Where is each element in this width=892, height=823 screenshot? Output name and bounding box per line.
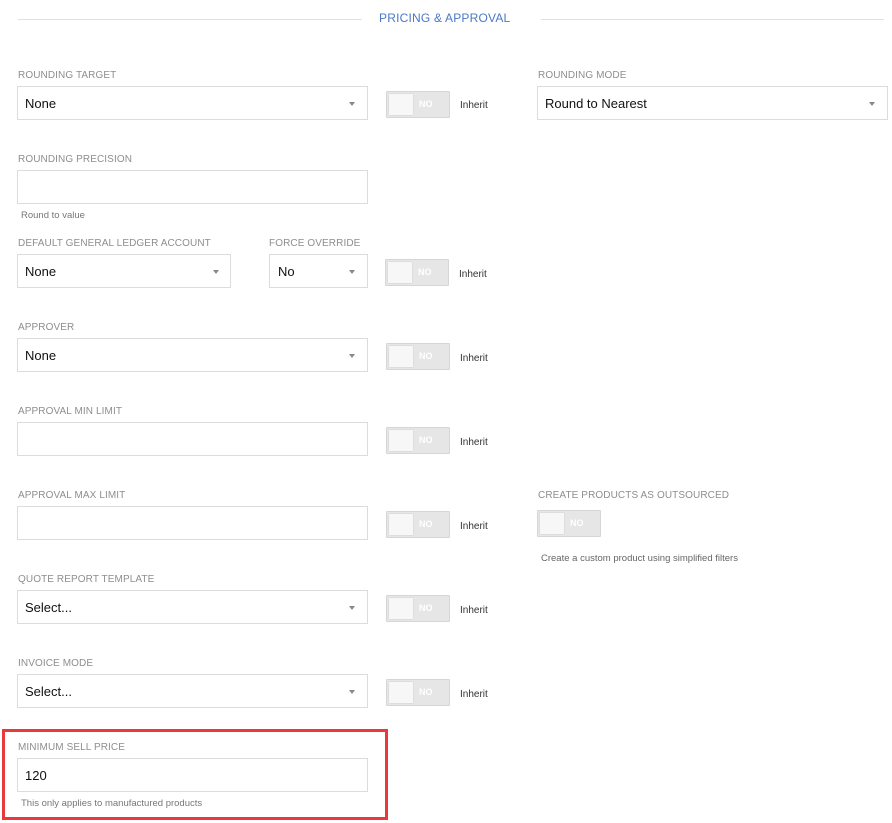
rounding-mode-select[interactable]: Round to Nearest (537, 86, 888, 120)
rounding-precision-label: ROUNDING PRECISION (18, 154, 133, 165)
rounding-mode-value: Round to Nearest (545, 96, 647, 111)
chevron-down-icon (349, 354, 355, 358)
rounding-precision-hint: Round to value (21, 210, 85, 221)
invoice-mode-value: Select... (25, 684, 72, 699)
approver-select[interactable]: None (17, 338, 368, 372)
approval-max-label: APPROVAL MAX LIMIT (18, 490, 126, 501)
rounding-precision-input[interactable] (17, 170, 368, 204)
force-override-value: No (278, 264, 295, 279)
toggle-state-label: NO (419, 435, 433, 445)
section-divider-left (18, 19, 362, 20)
invoice-mode-toggle[interactable]: NO (386, 679, 450, 706)
rounding-target-inherit-label: Inherit (460, 100, 488, 111)
force-override-toggle[interactable]: NO (385, 259, 449, 286)
gl-account-value: None (25, 264, 57, 279)
toggle-knob (389, 598, 413, 619)
chevron-down-icon (869, 102, 875, 106)
toggle-knob (389, 94, 413, 115)
toggle-state-label: NO (419, 519, 433, 529)
toggle-state-label: NO (419, 99, 433, 109)
toggle-state-label: NO (419, 687, 433, 697)
approver-label: APPROVER (18, 322, 75, 333)
toggle-state-label: NO (570, 518, 584, 528)
force-override-select[interactable]: No (269, 254, 368, 288)
section-divider-right (541, 19, 884, 20)
approval-min-label: APPROVAL MIN LIMIT (18, 406, 123, 417)
toggle-knob (389, 346, 413, 367)
quote-template-value: Select... (25, 600, 72, 615)
rounding-target-toggle[interactable]: NO (386, 91, 450, 118)
approver-toggle[interactable]: NO (386, 343, 450, 370)
outsourced-hint: Create a custom product using simplified… (541, 553, 738, 564)
chevron-down-icon (349, 690, 355, 694)
invoice-mode-inherit-label: Inherit (460, 689, 488, 700)
chevron-down-icon (213, 270, 219, 274)
invoice-mode-select[interactable]: Select... (17, 674, 368, 708)
quote-template-inherit-label: Inherit (460, 605, 488, 616)
rounding-target-select[interactable]: None (17, 86, 368, 120)
invoice-mode-label: INVOICE MODE (18, 658, 94, 669)
approver-value: None (25, 348, 57, 363)
toggle-knob (388, 262, 412, 283)
approval-min-inherit-label: Inherit (460, 437, 488, 448)
toggle-knob (540, 513, 564, 534)
approval-max-input[interactable] (17, 506, 368, 540)
quote-template-label: QUOTE REPORT TEMPLATE (18, 574, 155, 585)
min-sell-price-value: 120 (25, 768, 47, 783)
toggle-state-label: NO (418, 267, 432, 277)
gl-account-label: DEFAULT GENERAL LEDGER ACCOUNT (18, 238, 211, 249)
approval-min-toggle[interactable]: NO (386, 427, 450, 454)
toggle-knob (389, 430, 413, 451)
outsourced-label: CREATE PRODUCTS AS OUTSOURCED (538, 490, 730, 501)
chevron-down-icon (349, 606, 355, 610)
outsourced-toggle[interactable]: NO (537, 510, 601, 537)
toggle-knob (389, 682, 413, 703)
approver-inherit-label: Inherit (460, 353, 488, 364)
approval-min-input[interactable] (17, 422, 368, 456)
chevron-down-icon (349, 270, 355, 274)
toggle-state-label: NO (419, 603, 433, 613)
min-sell-price-input[interactable]: 120 (17, 758, 368, 792)
approval-max-toggle[interactable]: NO (386, 511, 450, 538)
toggle-knob (389, 514, 413, 535)
approval-max-inherit-label: Inherit (460, 521, 488, 532)
section-title: PRICING & APPROVAL (379, 11, 511, 25)
force-override-inherit-label: Inherit (459, 269, 487, 280)
gl-account-select[interactable]: None (17, 254, 231, 288)
min-sell-price-label: MINIMUM SELL PRICE (18, 742, 126, 753)
rounding-mode-label: ROUNDING MODE (538, 70, 627, 81)
quote-template-toggle[interactable]: NO (386, 595, 450, 622)
rounding-target-value: None (25, 96, 57, 111)
quote-template-select[interactable]: Select... (17, 590, 368, 624)
rounding-target-label: ROUNDING TARGET (18, 70, 117, 81)
force-override-label: FORCE OVERRIDE (269, 238, 361, 249)
toggle-state-label: NO (419, 351, 433, 361)
chevron-down-icon (349, 102, 355, 106)
min-sell-price-hint: This only applies to manufactured produc… (21, 798, 203, 809)
